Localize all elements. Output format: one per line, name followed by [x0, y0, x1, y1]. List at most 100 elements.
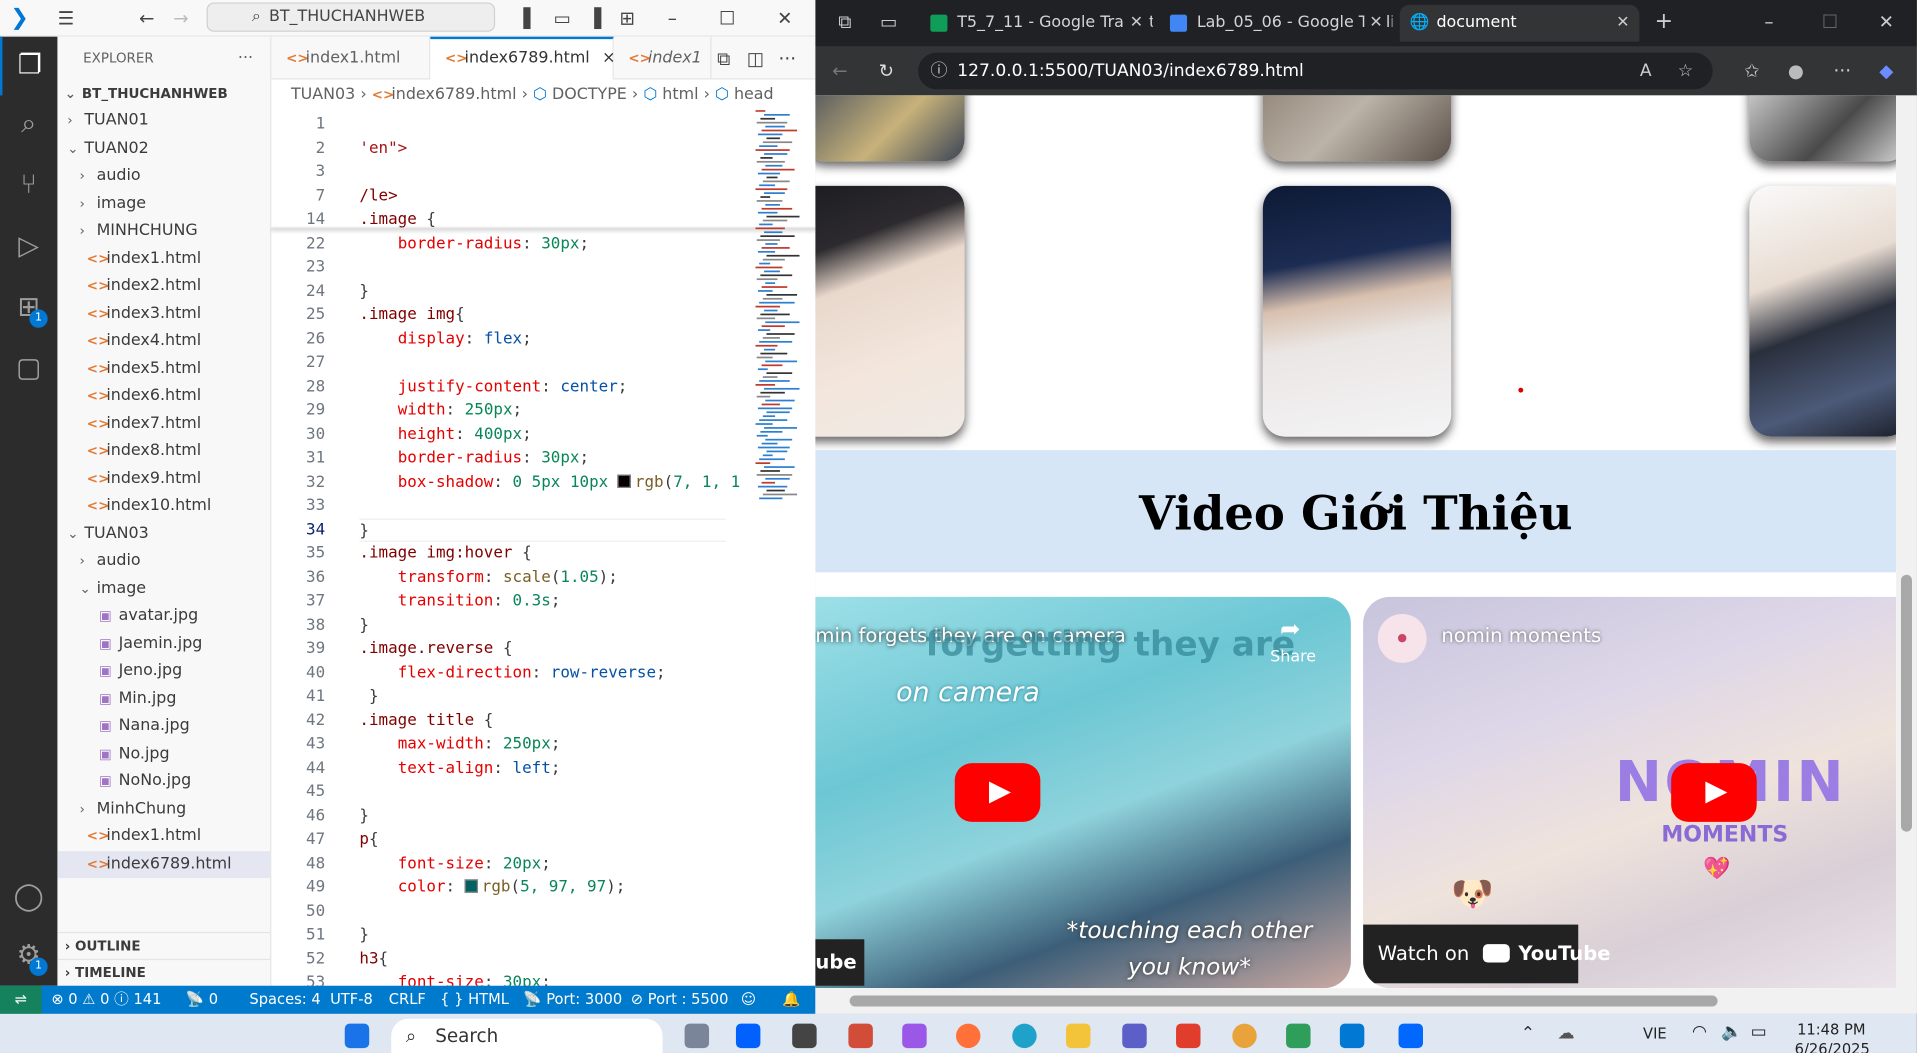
channel-avatar[interactable]: ●: [1377, 613, 1427, 663]
tree-folder[interactable]: ⌄ TUAN03: [57, 520, 270, 547]
tray-chevron-icon[interactable]: ⌃: [1521, 1024, 1535, 1044]
tree-file[interactable]: ▣ No.jpg: [57, 741, 270, 768]
code-line[interactable]: height: 400px;: [359, 423, 532, 447]
tree-folder[interactable]: › audio: [57, 548, 270, 575]
firefox-icon[interactable]: [955, 1023, 981, 1049]
command-center[interactable]: ⌕ BT_THUCHANHWEB: [206, 2, 496, 32]
code-line[interactable]: .image img:hover {: [359, 542, 531, 566]
tree-folder[interactable]: ⌄ image: [57, 575, 270, 602]
manage-gear-icon[interactable]: ⚙ 1: [0, 927, 57, 986]
volume-icon[interactable]: 🔈: [1721, 1022, 1742, 1042]
code-line[interactable]: font-size: 30px;: [359, 971, 551, 986]
workspace-root[interactable]: ⌄ BT_THUCHANHWEB: [57, 81, 270, 108]
onedrive-icon[interactable]: ☁: [1557, 1024, 1574, 1044]
code-line[interactable]: h3{: [359, 947, 388, 971]
favorite-star-icon[interactable]: ☆: [1678, 53, 1693, 90]
code-line[interactable]: max-width: 250px;: [359, 733, 561, 757]
minimize-icon[interactable]: –: [1757, 10, 1781, 34]
tree-file[interactable]: <>index8.html: [57, 438, 270, 465]
encoding-status[interactable]: UTF-8: [330, 986, 373, 1014]
code-line[interactable]: .image img{: [359, 303, 464, 327]
play-button-icon[interactable]: [1671, 763, 1757, 822]
code-line[interactable]: text-align: left;: [359, 756, 561, 780]
more-actions-icon[interactable]: ···: [238, 37, 253, 81]
task-view-icon[interactable]: [684, 1023, 710, 1049]
code-line[interactable]: p{: [359, 828, 378, 852]
toggle-panel-icon[interactable]: ▭: [550, 6, 574, 30]
favorites-icon[interactable]: ✩: [1740, 59, 1764, 83]
search-view-icon[interactable]: ⌕: [0, 95, 57, 154]
toggle-sidebar-icon[interactable]: ▌: [518, 6, 542, 30]
language-status[interactable]: { } HTML: [440, 986, 509, 1014]
extensions-icon[interactable]: ⊞ 1: [0, 279, 57, 338]
teams-icon[interactable]: [1122, 1023, 1147, 1049]
copilot-app-icon[interactable]: [902, 1023, 927, 1049]
notifications-bell-icon[interactable]: 🔔: [782, 986, 800, 1014]
timeline-section[interactable]: › TIMELINE: [57, 958, 271, 986]
battery-icon[interactable]: ▭: [1751, 1022, 1767, 1042]
breadcrumb-html[interactable]: html: [662, 86, 698, 104]
settings-more-icon[interactable]: ···: [1830, 59, 1854, 83]
tree-folder[interactable]: ⌄ TUAN02: [57, 135, 270, 162]
taskbar-search[interactable]: ⌕ Search: [391, 1018, 663, 1053]
copilot-icon[interactable]: ◆: [1874, 59, 1898, 83]
breadcrumb-head[interactable]: head: [734, 86, 774, 104]
breadcrumb-folder[interactable]: TUAN03: [291, 86, 355, 104]
video-1-share[interactable]: Share: [1270, 648, 1316, 666]
close-tab-icon[interactable]: ✕: [1616, 5, 1629, 42]
new-tab-icon[interactable]: +: [1652, 9, 1676, 34]
scrollbar-thumb[interactable]: [1900, 574, 1912, 832]
chrome-icon[interactable]: [1232, 1023, 1257, 1049]
edge-icon[interactable]: [1012, 1023, 1037, 1049]
code-line[interactable]: font-size: 20px;: [359, 852, 551, 876]
port-3000-status[interactable]: 📡 Port: 3000: [523, 986, 622, 1014]
code-line[interactable]: border-radius: 30px;: [359, 446, 589, 470]
split-editor-icon[interactable]: ◫: [743, 46, 767, 70]
zalo-icon[interactable]: [1398, 1023, 1423, 1049]
tree-file[interactable]: <>index6.html: [57, 383, 270, 410]
run-debug-icon[interactable]: ▷: [0, 218, 57, 277]
explorer-icon[interactable]: ❐: [0, 36, 57, 96]
tree-file[interactable]: <>index4.html: [57, 328, 270, 355]
close-window-icon[interactable]: ✕: [773, 6, 797, 30]
tree-file[interactable]: ▣ Nana.jpg: [57, 713, 270, 740]
maximize-icon[interactable]: ☐: [715, 6, 739, 30]
horizontal-scrollbar[interactable]: [815, 988, 1917, 1014]
video-1-embed[interactable]: min forgets they are on camera forgettin…: [815, 596, 1351, 989]
tree-folder[interactable]: › TUAN01: [57, 108, 270, 135]
code-editor[interactable]: 1 2'en"> 3 7/le> 14 .image {22 border-radius:…: [271, 110, 816, 986]
remote-indicator-icon[interactable]: ⇌: [0, 985, 42, 1014]
eol-status[interactable]: CRLF: [389, 986, 426, 1014]
wifi-icon[interactable]: ◠: [1692, 1022, 1707, 1042]
code-line[interactable]: }: [359, 517, 727, 542]
tree-folder[interactable]: › MINHCHUNG: [57, 218, 270, 245]
code-line[interactable]: color: rgb(5, 97, 97);: [359, 876, 626, 900]
code-line[interactable]: /le>: [359, 184, 397, 208]
restore-icon[interactable]: ☐: [1818, 10, 1842, 34]
code-line[interactable]: display: flex;: [359, 327, 532, 351]
amazon-icon[interactable]: [792, 1023, 817, 1049]
code-line[interactable]: }: [359, 685, 379, 709]
code-line[interactable]: }: [359, 279, 369, 303]
code-line[interactable]: }: [359, 613, 369, 637]
outline-section[interactable]: › OUTLINE: [57, 931, 271, 959]
copilot-icon[interactable]: ☺: [741, 986, 756, 1014]
file-explorer-icon[interactable]: [1066, 1023, 1091, 1049]
play-button-icon[interactable]: [954, 763, 1041, 822]
tree-file[interactable]: <>index10.html: [57, 493, 270, 520]
tree-file[interactable]: <>index2.html: [57, 273, 270, 300]
accounts-icon[interactable]: ◯: [0, 868, 57, 927]
tree-file[interactable]: ▣ Jaemin.jpg: [57, 630, 270, 657]
code-line[interactable]: }: [359, 804, 369, 828]
video-2-channel[interactable]: nomin moments: [1441, 624, 1601, 647]
tab-index6789[interactable]: <>index6789.html ×: [430, 36, 615, 80]
ports-live-status[interactable]: 📡 0: [186, 986, 218, 1014]
vertical-scrollbar[interactable]: [1896, 95, 1917, 989]
clock-date[interactable]: 6/26/2025: [1795, 1041, 1870, 1053]
share-icon[interactable]: ➦: [1280, 614, 1300, 643]
editor-more-icon[interactable]: ···: [775, 46, 799, 70]
dropbox-icon[interactable]: [735, 1023, 761, 1049]
tab-index1[interactable]: <>index1.html: [271, 36, 431, 80]
tree-file[interactable]: <>index1.html: [57, 823, 270, 850]
tree-file[interactable]: ▣ Min.jpg: [57, 685, 270, 712]
